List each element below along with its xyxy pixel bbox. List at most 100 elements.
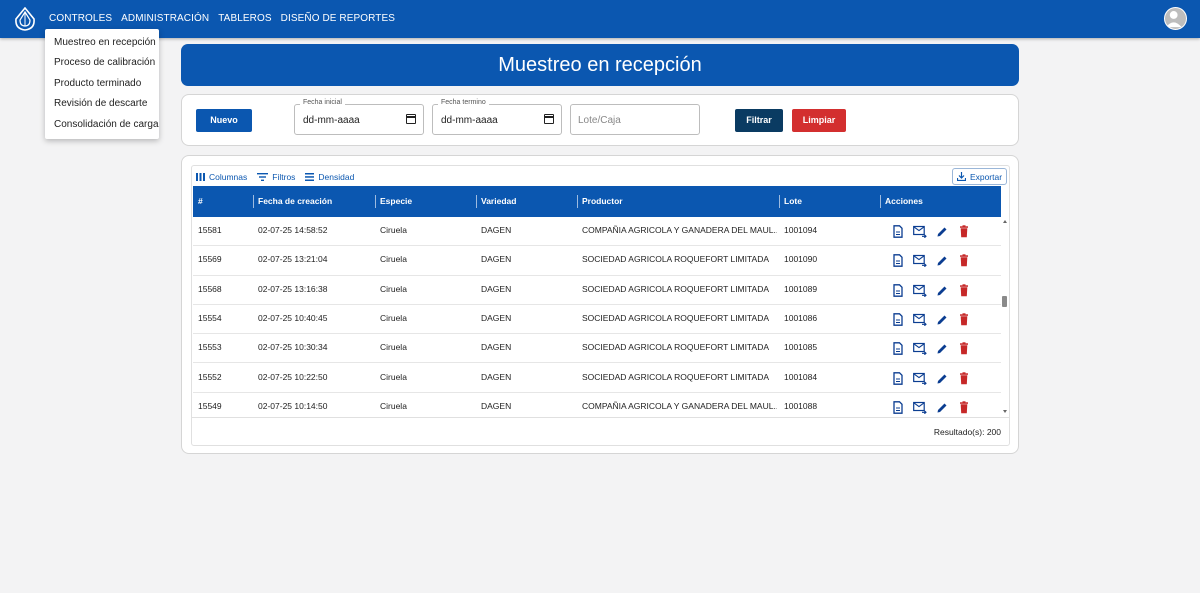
cell-fecha: 02-07-25 10:40:45: [258, 312, 328, 323]
edit-pencil-icon[interactable]: [935, 313, 949, 326]
cell-variedad: DAGEN: [481, 371, 512, 382]
table-row[interactable]: 15581 02-07-25 14:58:52 Ciruela DAGEN COMPAÑ…: [193, 217, 1001, 247]
cell-productor: COMPAÑIA AGRICOLA Y GANADERA DEL MAUL...: [582, 225, 777, 235]
menu-item-producto-terminado[interactable]: Producto terminado: [45, 78, 159, 98]
filter-button[interactable]: Filtrar: [735, 109, 783, 132]
row-actions: [891, 254, 971, 268]
calendar-icon[interactable]: [544, 114, 554, 124]
menu-item-muestreo-recepcion[interactable]: Muestreo en recepción: [45, 37, 159, 57]
download-icon: [956, 172, 966, 181]
table-row[interactable]: 15553 02-07-25 10:30:34 Ciruela DAGEN SOCIED…: [193, 334, 1001, 364]
page-title: Muestreo en recepción: [181, 44, 1019, 86]
scroll-down-icon[interactable]: [1003, 410, 1007, 413]
edit-pencil-icon[interactable]: [935, 372, 949, 385]
email-send-icon[interactable]: [913, 254, 927, 268]
data-grid: Columnas Filtros Densidad Exportar # Fec…: [191, 165, 1010, 446]
column-header-especie[interactable]: Especie: [375, 186, 476, 217]
column-header-variedad[interactable]: Variedad: [476, 186, 577, 217]
fecha-termino-value: dd-mm-aaaa: [441, 115, 498, 126]
table-row[interactable]: 15569 02-07-25 13:21:04 Ciruela DAGEN SOCIED…: [193, 246, 1001, 276]
delete-trash-icon[interactable]: [957, 313, 971, 326]
menu-item-proceso-calibracion[interactable]: Proceso de calibración: [45, 57, 159, 77]
fecha-inicial-field[interactable]: Fecha inicial dd-mm-aaaa: [294, 99, 424, 135]
cell-id: 15554: [198, 312, 222, 323]
edit-pencil-icon[interactable]: [935, 225, 949, 238]
delete-trash-icon[interactable]: [957, 342, 971, 355]
columns-icon: [196, 173, 205, 181]
fecha-inicial-label: Fecha inicial: [300, 99, 345, 106]
document-icon[interactable]: [891, 225, 905, 238]
document-icon[interactable]: [891, 342, 905, 356]
email-send-icon[interactable]: [913, 401, 927, 414]
nav-item-diseno-reportes[interactable]: DISEÑO DE REPORTES: [281, 13, 395, 24]
email-send-icon[interactable]: [913, 372, 927, 385]
delete-trash-icon[interactable]: [957, 371, 971, 385]
menu-item-revision-descarte[interactable]: Revisión de descarte: [45, 98, 159, 118]
email-send-icon[interactable]: [913, 313, 927, 327]
document-icon[interactable]: [891, 313, 905, 326]
edit-pencil-icon[interactable]: [935, 342, 949, 355]
nav-item-tableros[interactable]: TABLEROS: [218, 13, 271, 24]
density-button[interactable]: Densidad: [305, 172, 354, 182]
cell-fecha: 02-07-25 14:58:52: [258, 225, 328, 235]
table-row[interactable]: 15552 02-07-25 10:22:50 Ciruela DAGEN SOCIED…: [193, 364, 1001, 393]
main-nav: CONTROLES ADMINISTRACIÓN TABLEROS DISEÑO…: [49, 13, 395, 24]
delete-trash-icon[interactable]: [957, 401, 971, 414]
menu-item-consolidacion-carga[interactable]: Consolidación de carga: [45, 119, 159, 139]
delete-trash-icon[interactable]: [957, 283, 971, 297]
export-button[interactable]: Exportar: [952, 168, 1007, 185]
cell-id: 15552: [198, 371, 222, 382]
vertical-scrollbar[interactable]: [1002, 217, 1009, 417]
nav-item-administracion[interactable]: ADMINISTRACIÓN: [121, 13, 209, 24]
table-row[interactable]: 15568 02-07-25 13:16:38 Ciruela DAGEN SOCIED…: [193, 276, 1001, 305]
cell-lote: 1001084: [784, 371, 818, 382]
fecha-termino-field[interactable]: Fecha termino dd-mm-aaaa: [432, 99, 562, 135]
table-row[interactable]: 15549 02-07-25 10:14:50 Ciruela DAGEN COMPAÑ…: [193, 393, 1001, 417]
drop-logo-icon[interactable]: [14, 7, 36, 31]
delete-trash-icon[interactable]: [957, 225, 971, 238]
new-button[interactable]: Nuevo: [196, 109, 252, 132]
scroll-thumb[interactable]: [1002, 296, 1007, 307]
columns-button[interactable]: Columnas: [196, 172, 247, 182]
user-avatar-icon[interactable]: [1164, 7, 1187, 30]
columns-label: Columnas: [209, 172, 248, 182]
cell-productor: SOCIEDAD AGRICOLA ROQUEFORT LIMITADA: [582, 254, 770, 265]
email-send-icon[interactable]: [913, 225, 927, 239]
document-icon[interactable]: [891, 371, 905, 385]
column-header-fecha[interactable]: Fecha de creación: [253, 186, 375, 217]
edit-pencil-icon[interactable]: [935, 401, 949, 414]
column-header-productor[interactable]: Productor: [577, 186, 779, 217]
email-send-icon[interactable]: [913, 284, 927, 297]
delete-trash-icon[interactable]: [957, 254, 971, 267]
cell-id: 15581: [198, 225, 222, 235]
edit-pencil-icon[interactable]: [935, 284, 949, 297]
cell-productor: SOCIEDAD AGRICOLA ROQUEFORT LIMITADA: [582, 312, 770, 323]
cell-id: 15568: [198, 283, 222, 294]
cell-fecha: 02-07-25 10:14:50: [258, 400, 328, 411]
document-icon[interactable]: [891, 400, 905, 414]
scroll-up-icon[interactable]: [1003, 220, 1007, 223]
filters-button[interactable]: Filtros: [257, 172, 295, 182]
email-send-icon[interactable]: [913, 342, 927, 356]
cell-lote: 1001089: [784, 283, 818, 294]
clear-button[interactable]: Limpiar: [792, 109, 846, 132]
density-label: Densidad: [318, 172, 355, 182]
row-actions: [891, 225, 971, 239]
edit-pencil-icon[interactable]: [935, 254, 949, 267]
lote-caja-placeholder: Lote/Caja: [578, 115, 621, 126]
column-header-lote[interactable]: Lote: [779, 186, 880, 217]
cell-especie: Ciruela: [380, 225, 407, 235]
table-row[interactable]: 15554 02-07-25 10:40:45 Ciruela DAGEN SOCIED…: [193, 305, 1001, 335]
filters-label: Filtros: [272, 172, 296, 182]
column-header-id[interactable]: #: [193, 186, 253, 217]
grid-footer: Resultado(s): 200: [192, 417, 1009, 446]
table-body: 15581 02-07-25 14:58:52 Ciruela DAGEN COMPAÑ…: [193, 217, 1001, 417]
calendar-icon[interactable]: [406, 114, 416, 124]
document-icon[interactable]: [891, 254, 905, 268]
lote-caja-input[interactable]: Lote/Caja: [570, 104, 700, 135]
table-panel: Columnas Filtros Densidad Exportar # Fec…: [181, 155, 1019, 454]
cell-especie: Ciruela: [380, 371, 407, 382]
nav-item-controles[interactable]: CONTROLES: [49, 13, 112, 24]
grid-toolbar: Columnas Filtros Densidad: [196, 172, 354, 182]
document-icon[interactable]: [891, 283, 905, 297]
